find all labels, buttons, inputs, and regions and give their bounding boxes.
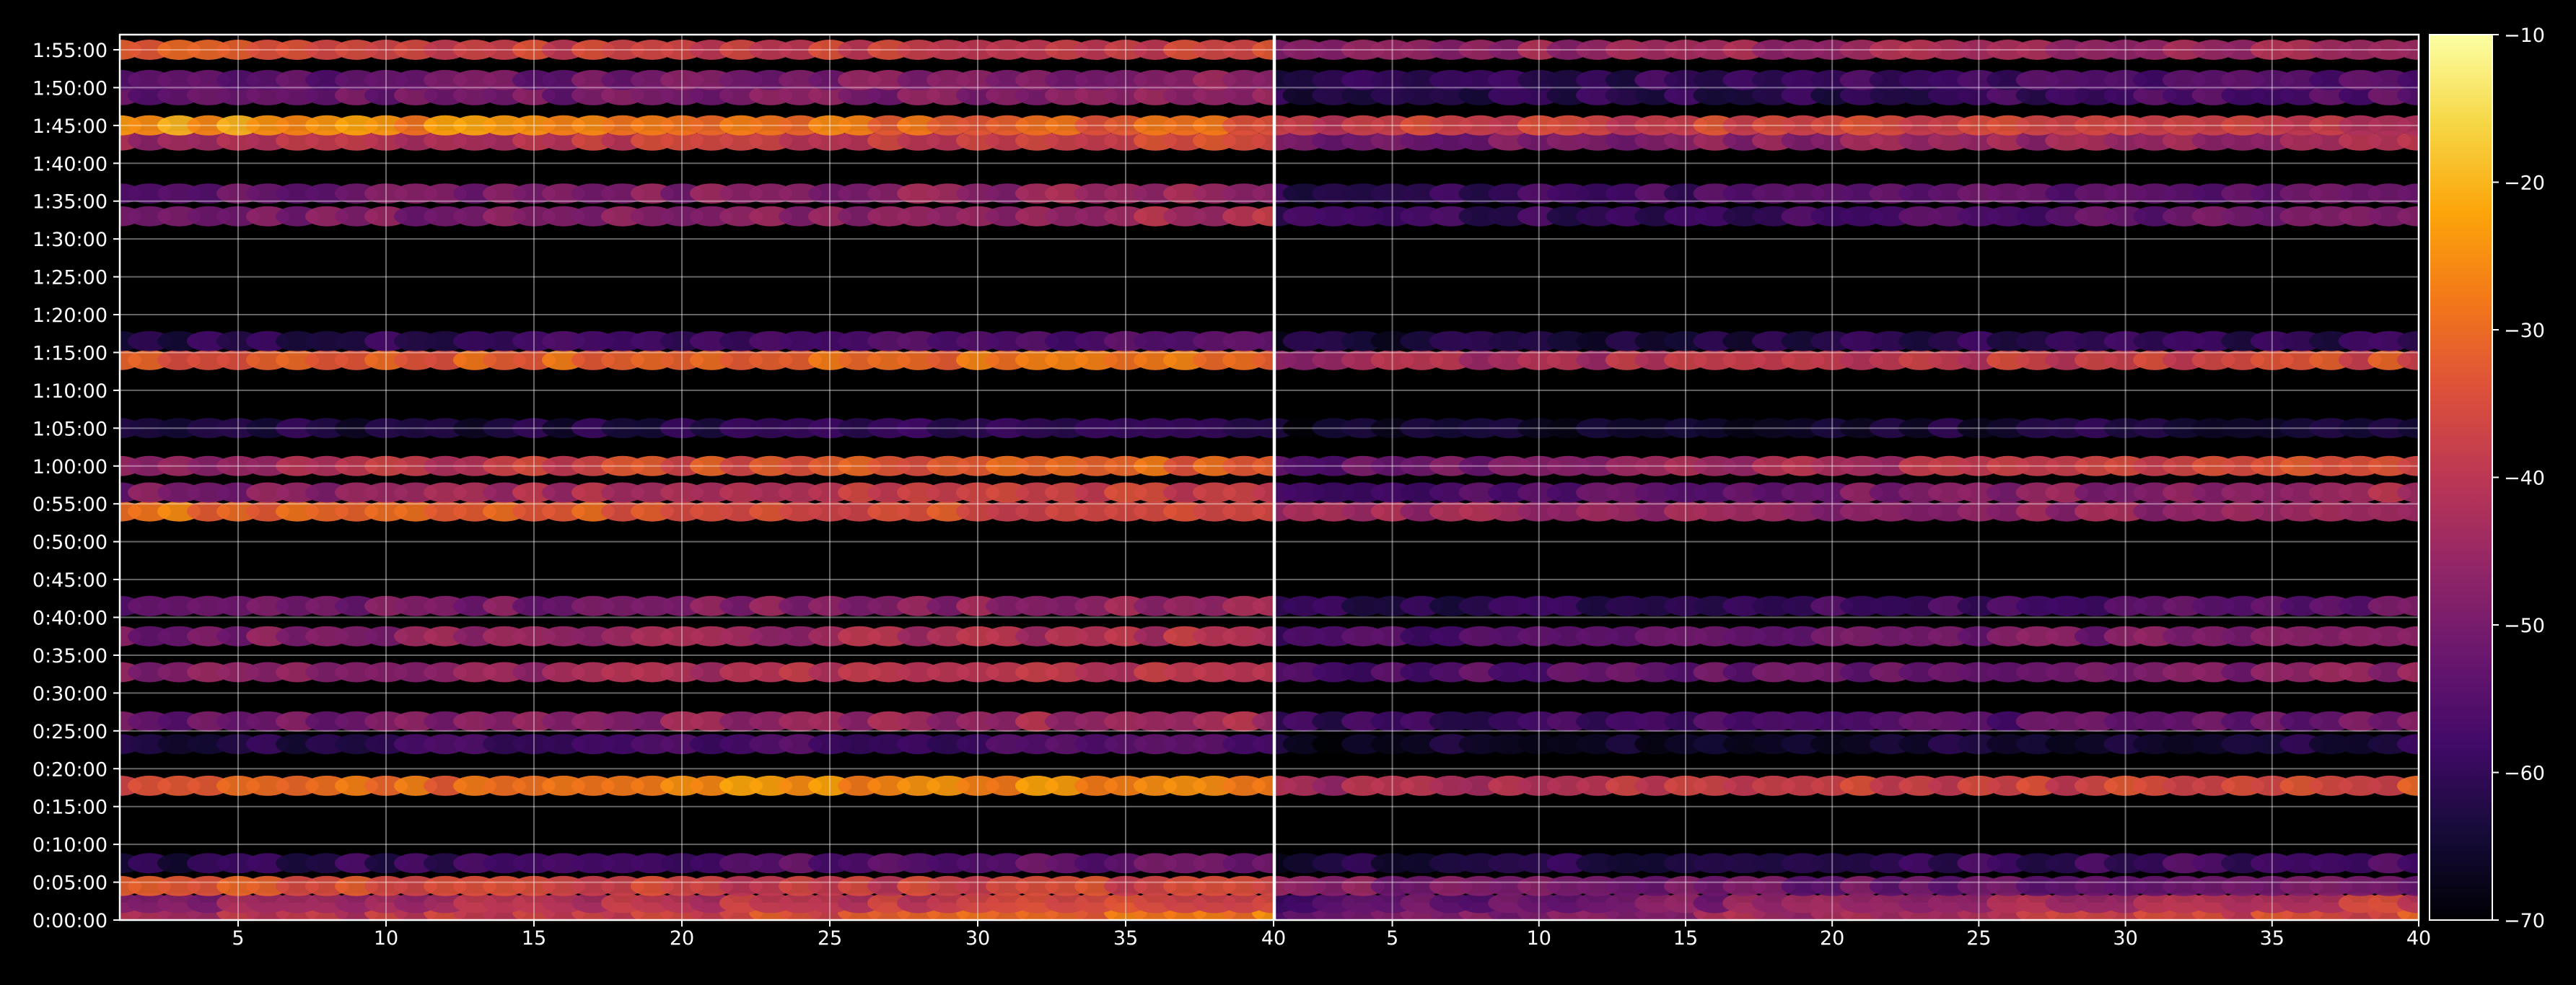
panel-left: [120, 35, 1274, 920]
panel-right: [1275, 35, 2419, 920]
y-tick-label: 0:00:00: [32, 910, 108, 932]
x-tick-label: 15: [522, 927, 546, 950]
x-tick-label: 20: [670, 927, 694, 950]
colorbar-tick-label: −50: [2504, 615, 2545, 637]
y-tick-label: 1:55:00: [32, 40, 108, 62]
y-tick-label: 1:05:00: [32, 418, 108, 440]
x-tick-label: 40: [1261, 927, 1286, 950]
y-tick-label: 0:15:00: [32, 797, 108, 819]
y-tick-label: 0:25:00: [32, 721, 108, 743]
y-tick-label: 1:20:00: [32, 305, 108, 327]
y-tick-label: 0:50:00: [32, 532, 108, 554]
y-tick-label: 1:10:00: [32, 380, 108, 403]
x-tick-label: 5: [232, 927, 244, 950]
y-tick-label: 0:35:00: [32, 645, 108, 667]
x-tick-label: 35: [1113, 927, 1138, 950]
y-tick-label: 0:40:00: [32, 608, 108, 630]
y-tick-label: 1:50:00: [32, 77, 108, 100]
y-tick-label: 1:15:00: [32, 342, 108, 364]
x-tick-label: 35: [2260, 927, 2284, 950]
y-tick-label: 1:30:00: [32, 229, 108, 251]
colorbar-tick-label: −70: [2504, 910, 2545, 932]
x-tick-label: 25: [1966, 927, 1991, 950]
x-tick-label: 30: [965, 927, 990, 950]
x-tick-label: 10: [374, 927, 398, 950]
x-tick-label: 15: [1673, 927, 1698, 950]
x-tick-label: 10: [1527, 927, 1551, 950]
y-tick-label: 0:30:00: [32, 683, 108, 705]
colorbar-tick-label: −30: [2504, 320, 2545, 342]
colorbar-tick-label: −60: [2504, 763, 2545, 785]
y-tick-label: 1:00:00: [32, 456, 108, 478]
y-tick-label: 0:20:00: [32, 758, 108, 781]
spectrogram-chart: 0:00:00 0:05:00 0:10:00 0:15:00 0:20:00 0:25:…: [32, 25, 2545, 950]
x-tick-label: 20: [1820, 927, 1844, 950]
x-tick-label: 5: [1386, 927, 1398, 950]
x-tick-label: 40: [2406, 927, 2431, 950]
y-tick-label: 1:45:00: [32, 115, 108, 138]
y-tick-label: 1:25:00: [32, 267, 108, 289]
y-tick-label: 0:45:00: [32, 569, 108, 592]
y-tick-label: 0:55:00: [32, 494, 108, 516]
colorbar-tick-label: −20: [2504, 172, 2545, 195]
y-tick-label: 1:40:00: [32, 153, 108, 175]
colorbar-tick-label: −10: [2504, 25, 2545, 47]
y-tick-label: 0:05:00: [32, 872, 108, 895]
colorbar-gradient: [2429, 34, 2493, 921]
y-tick-label: 1:35:00: [32, 191, 108, 214]
x-tick-label: 25: [818, 927, 842, 950]
y-tick-label: 0:10:00: [32, 834, 108, 857]
colorbar: −70 −60 −50 −40 −30 −20 −10: [2429, 25, 2545, 932]
colorbar-ticks: −70 −60 −50 −40 −30 −20 −10: [2492, 25, 2545, 932]
x-tick-label: 30: [2113, 927, 2137, 950]
colorbar-tick-label: −40: [2504, 468, 2545, 490]
